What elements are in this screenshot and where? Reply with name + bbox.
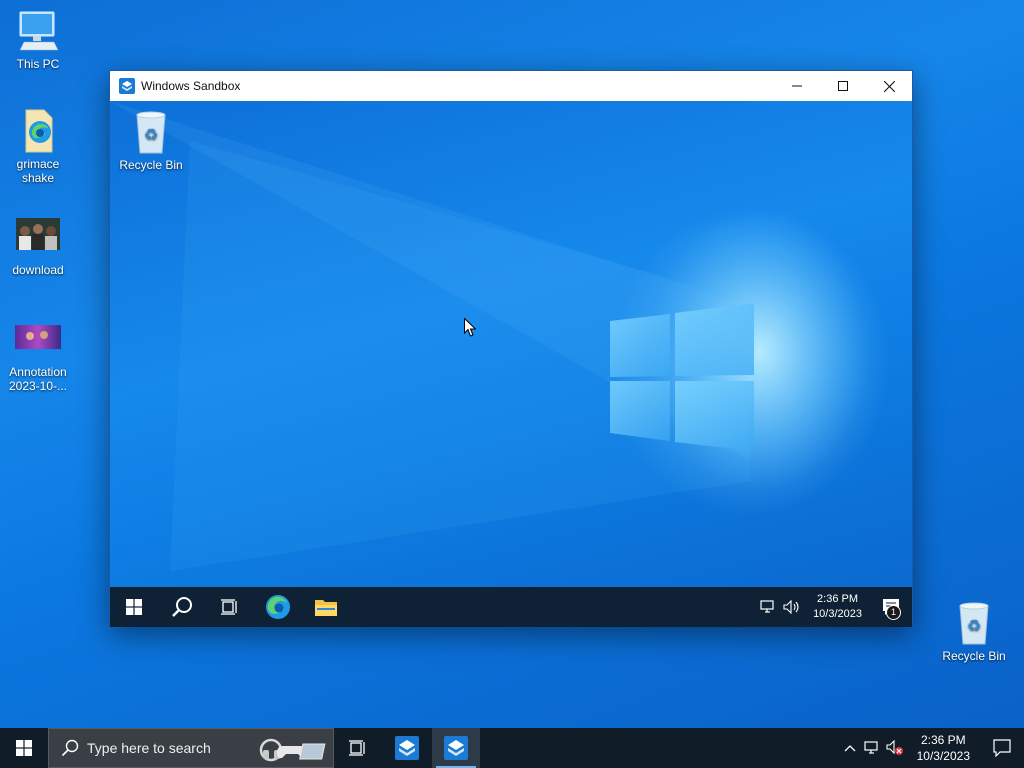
desktop-icon-this-pc[interactable]: This PC: [2, 8, 74, 71]
sandbox-window[interactable]: Windows Sandbox ♻ Recycle Bin 2:36 PM 10…: [109, 70, 913, 627]
clock-time: 2:36 PM: [920, 733, 966, 747]
notification-icon: [993, 739, 1011, 757]
title-bar[interactable]: Windows Sandbox: [110, 71, 912, 101]
clock-date: 10/3/2023: [813, 608, 862, 620]
search-placeholder: Type here to search: [87, 740, 211, 756]
desktop-icon-label: Recycle Bin: [942, 649, 1006, 663]
desktop-icon-label: Recycle Bin: [119, 158, 183, 172]
window-title: Windows Sandbox: [141, 79, 241, 93]
task-view-button[interactable]: [334, 728, 382, 768]
image-thumbnail-icon: [14, 316, 62, 362]
taskbar-search-box[interactable]: Type here to search: [48, 728, 334, 768]
edge-icon: [266, 595, 290, 619]
minimize-icon: [792, 85, 802, 87]
maximize-icon: [838, 81, 848, 91]
desktop-icon-grimace-shake[interactable]: grimace shake: [2, 108, 74, 185]
sandbox-clock[interactable]: 2:36 PM 10/3/2023: [805, 592, 870, 622]
recycle-bin-icon: ♻: [127, 109, 175, 155]
desktop-icon-label: grimace shake: [16, 157, 60, 185]
sandbox-file-explorer-button[interactable]: [302, 587, 350, 627]
minimize-button[interactable]: [774, 71, 820, 101]
desktop-icon-label: download: [12, 263, 64, 277]
volume-muted-icon[interactable]: [883, 740, 907, 756]
search-icon: [172, 597, 192, 617]
svg-text:♻: ♻: [144, 125, 158, 144]
taskbar-sandbox-pinned[interactable]: [382, 728, 432, 768]
sandbox-taskbar: 2:36 PM 10/3/2023 1: [110, 587, 912, 627]
desktop-icon-download[interactable]: download: [2, 214, 74, 277]
show-hidden-icons-chevron[interactable]: [839, 744, 861, 752]
chevron-up-icon: [844, 745, 856, 752]
folder-icon: [315, 600, 337, 616]
sandbox-recycle-bin[interactable]: ♻ Recycle Bin: [115, 109, 187, 172]
network-icon[interactable]: [861, 741, 883, 755]
taskbar: Type here to search 2:36 PM 10/3/2023: [0, 728, 1024, 768]
start-button[interactable]: [0, 728, 48, 768]
windows-logo-wallpaper: [110, 101, 870, 571]
clock-time: 2:36 PM: [817, 593, 859, 605]
sandbox-edge-button[interactable]: [254, 587, 302, 627]
recycle-bin-icon: ♻: [950, 600, 998, 646]
windows-logo-icon: [16, 740, 32, 756]
desktop-icon-annotation[interactable]: Annotation 2023-10-...: [2, 316, 74, 393]
desktop-icon-label: This PC: [16, 57, 60, 71]
clock-date: 10/3/2023: [916, 749, 970, 763]
svg-text:♻: ♻: [967, 616, 981, 635]
notification-count-badge: 1: [886, 605, 901, 620]
sandbox-app-icon: [444, 736, 468, 760]
sandbox-app-icon: [119, 78, 135, 94]
task-view-icon: [221, 599, 237, 615]
close-icon: [883, 80, 895, 92]
volume-icon[interactable]: [779, 600, 805, 614]
desktop-icon-recycle-bin[interactable]: ♻ Recycle Bin: [938, 600, 1010, 663]
network-icon[interactable]: [757, 600, 779, 614]
desktop: This PC grimace shake download Annotatio…: [0, 0, 1024, 728]
windows-logo-icon: [126, 599, 142, 615]
close-button[interactable]: [866, 71, 912, 101]
task-view-icon: [349, 740, 365, 756]
maximize-button[interactable]: [820, 71, 866, 101]
taskbar-clock[interactable]: 2:36 PM 10/3/2023: [907, 732, 980, 764]
photo-thumbnail-icon: [14, 214, 62, 260]
sandbox-search-button[interactable]: [158, 587, 206, 627]
action-center-button[interactable]: [980, 728, 1024, 768]
sandbox-desktop: ♻ Recycle Bin 2:36 PM 10/3/2023 1: [110, 101, 912, 627]
computer-icon: [14, 8, 62, 54]
mouse-cursor: [464, 318, 476, 337]
sandbox-app-icon: [395, 736, 419, 760]
search-icon: [61, 739, 79, 757]
notification-center-button[interactable]: 1: [870, 587, 912, 627]
sandbox-start-button[interactable]: [110, 587, 158, 627]
edge-html-file-icon: [14, 108, 62, 154]
taskbar-sandbox-running[interactable]: [432, 728, 480, 768]
sandbox-task-view-button[interactable]: [206, 587, 254, 627]
desktop-icon-label: Annotation 2023-10-...: [8, 365, 68, 393]
search-highlight-illustration: [259, 738, 326, 762]
